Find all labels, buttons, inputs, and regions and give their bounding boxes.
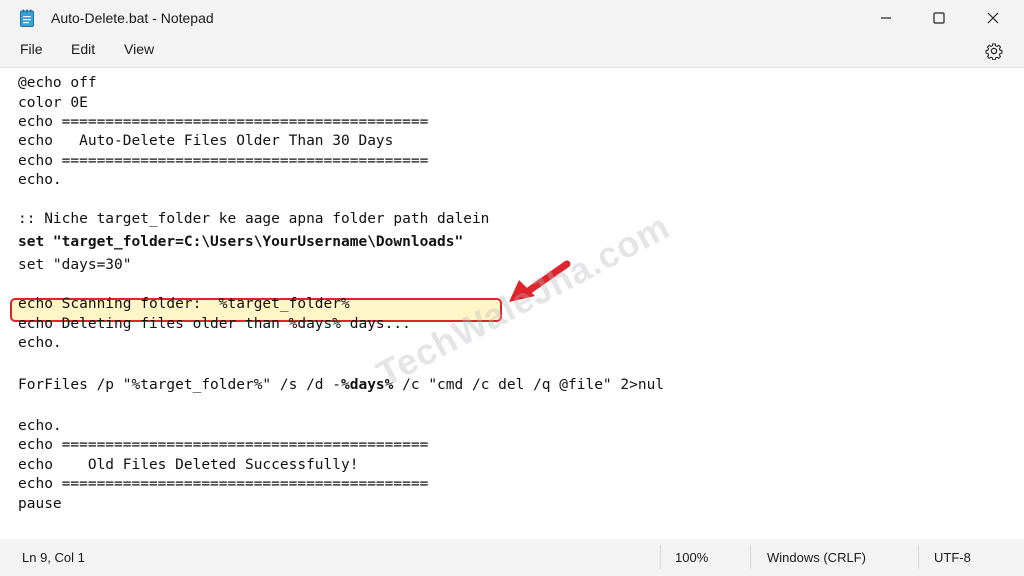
code-line: pause	[18, 496, 62, 512]
code-line: set "days=30"	[18, 257, 132, 273]
status-divider	[918, 545, 919, 569]
encoding[interactable]: UTF-8	[934, 550, 971, 565]
notepad-window: Auto-Delete.bat - Notepad File Edit View…	[0, 0, 1024, 576]
zoom-level[interactable]: 100%	[675, 550, 708, 565]
menu-edit[interactable]: Edit	[69, 41, 97, 57]
code-line: echo ===================================…	[18, 114, 429, 130]
code-line: echo Old Files Deleted Successfully!	[18, 457, 359, 473]
maximize-button[interactable]	[916, 0, 962, 36]
code-line: echo Auto-Delete Files Older Than 30 Day…	[18, 133, 394, 149]
notepad-icon	[20, 9, 34, 27]
highlighted-code-line: set "target_folder=C:\Users\YourUsername…	[18, 234, 464, 250]
code-line: echo Scanning folder: %target_folder%	[18, 296, 350, 312]
settings-gear-icon	[985, 43, 1003, 60]
code-line: echo.	[18, 418, 62, 434]
line-ending[interactable]: Windows (CRLF)	[767, 550, 866, 565]
status-divider	[750, 545, 751, 569]
settings-button[interactable]	[983, 40, 1005, 62]
code-line: echo ===================================…	[18, 476, 429, 492]
code-line: color 0E	[18, 95, 88, 111]
code-line: :: Niche target_folder ke aage apna fold…	[18, 211, 490, 227]
code-line: @echo off	[18, 75, 97, 91]
window-title: Auto-Delete.bat - Notepad	[51, 10, 214, 26]
code-segment: ForFiles /p "%target_folder%" /s /d -	[18, 377, 342, 393]
menu-bar: File Edit View	[0, 36, 1024, 66]
menu-file[interactable]: File	[18, 41, 45, 57]
close-button[interactable]	[970, 0, 1016, 36]
code-segment: /c "cmd /c del /q @file" 2>nul	[393, 377, 665, 393]
minimize-button[interactable]	[863, 0, 909, 36]
close-icon	[987, 12, 999, 24]
status-divider	[660, 545, 661, 569]
cursor-position: Ln 9, Col 1	[22, 550, 85, 565]
minimize-icon	[881, 17, 891, 19]
text-editor[interactable]: @echo off color 0E echo ================…	[0, 67, 1024, 540]
code-line: echo.	[18, 335, 62, 351]
code-line-forfiles: ForFiles /p "%target_folder%" /s /d -%da…	[18, 375, 664, 395]
title-bar: Auto-Delete.bat - Notepad	[0, 0, 1024, 36]
maximize-icon	[933, 12, 945, 24]
code-line: echo ===================================…	[18, 153, 429, 169]
red-arrow-icon	[509, 260, 571, 302]
code-segment-bold: %days%	[341, 377, 394, 393]
code-line: echo Deleting files older than %days% da…	[18, 316, 411, 332]
code-line: echo ===================================…	[18, 437, 429, 453]
code-line: echo.	[18, 172, 62, 188]
menu-view[interactable]: View	[122, 41, 156, 57]
status-bar: Ln 9, Col 1 100% Windows (CRLF) UTF-8	[0, 539, 1024, 576]
